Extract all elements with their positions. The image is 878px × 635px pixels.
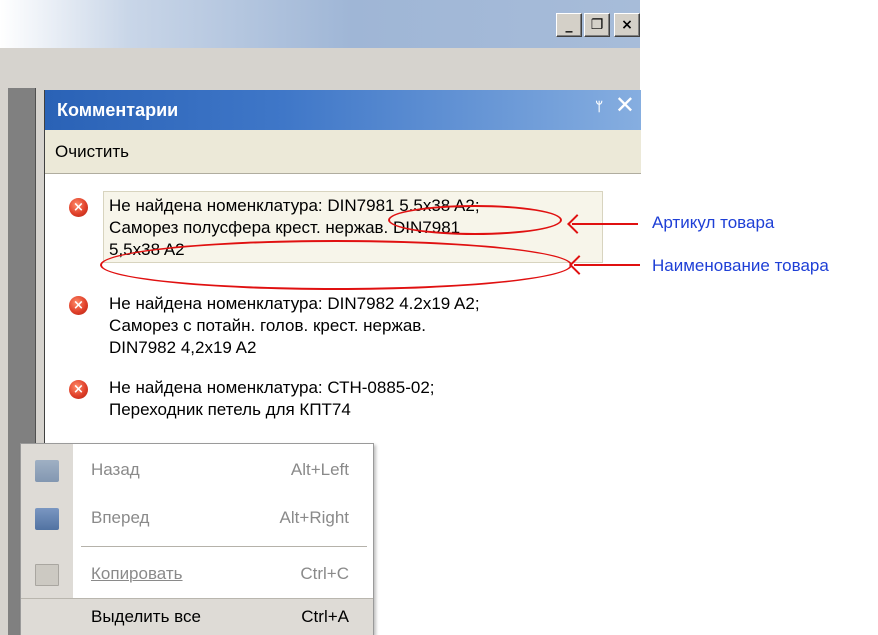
article-highlight-ellipse [388, 205, 562, 235]
back-icon [35, 460, 59, 482]
context-menu: Назад Alt+Left Вперед Alt+Right Копирова… [20, 443, 374, 635]
window-close-button[interactable]: × [614, 13, 640, 37]
pane-title: Комментарии [57, 100, 179, 120]
menu-item-forward[interactable]: Вперед Alt+Right [21, 496, 373, 542]
minimize-button[interactable]: _ [556, 13, 582, 37]
window-controls: _ ❐ × [556, 13, 640, 37]
error-icon: × [69, 198, 88, 217]
menu-item-back[interactable]: Назад Alt+Left [21, 448, 373, 494]
menu-item-label: Вперед [91, 508, 150, 527]
menu-item-label: Выделить все [91, 607, 201, 626]
message-text: Не найдена номенклатура: DIN7982 4.2x19 … [109, 294, 480, 357]
menu-item-shortcut: Ctrl+A [301, 607, 349, 626]
menu-item-label: Копировать [91, 564, 183, 583]
menu-item-shortcut: Alt+Left [290, 460, 349, 479]
forward-icon [35, 508, 59, 530]
article-arrow [572, 223, 638, 225]
menu-item-copy[interactable]: Копировать Ctrl+C [21, 552, 373, 598]
menu-item-label: Назад [91, 460, 140, 479]
close-icon[interactable]: ✕ [615, 94, 635, 118]
name-annotation: Наименование товара [652, 256, 829, 275]
error-icon: × [69, 380, 88, 399]
window-title-bar: _ ❐ × [0, 0, 640, 48]
clear-button[interactable]: Очистить [55, 142, 129, 162]
pane-toolbar: Очистить [45, 130, 641, 174]
pane-title-bar: Комментарии ᛘ ✕ [45, 90, 641, 130]
copy-icon [35, 564, 59, 586]
menu-separator [81, 546, 367, 547]
error-icon: × [69, 296, 88, 315]
pin-icon[interactable]: ᛘ [595, 99, 603, 114]
article-annotation: Артикул товара [652, 213, 775, 232]
menu-item-select-all[interactable]: Выделить все Ctrl+A [21, 598, 373, 635]
menu-item-shortcut: Ctrl+C [300, 564, 349, 583]
name-arrow [574, 264, 640, 266]
menu-item-shortcut: Alt+Right [279, 508, 349, 527]
message-text: Не найдена номенклатура: СТН-0885-02; Пе… [109, 378, 435, 419]
restore-button[interactable]: ❐ [584, 13, 610, 37]
name-highlight-ellipse [100, 240, 572, 290]
